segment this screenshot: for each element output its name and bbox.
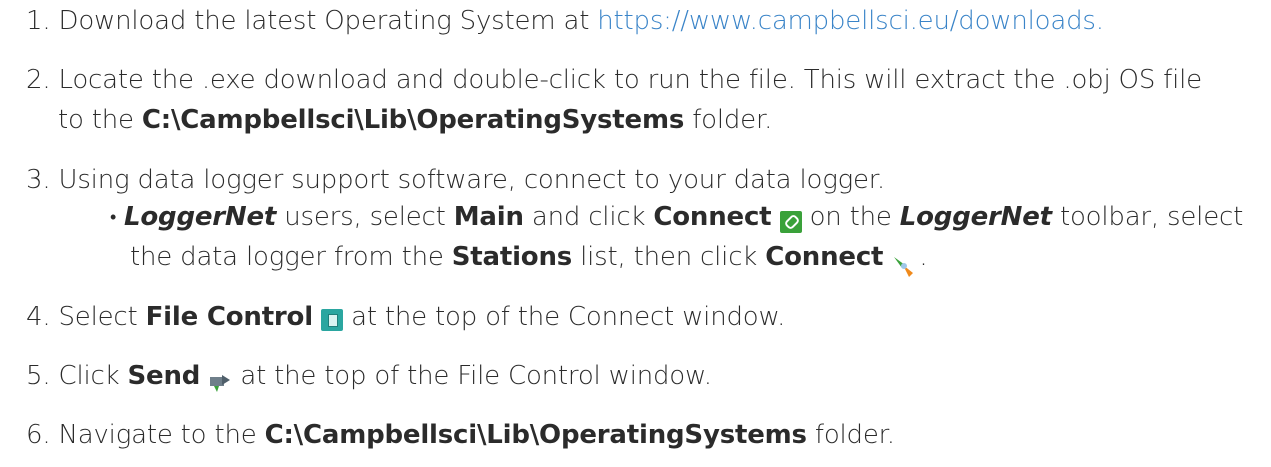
os-folder-path: C:\Campbellsci\Lib\OperatingSystems: [141, 105, 685, 135]
step-text: Download the latest Operating System at: [58, 6, 598, 36]
os-folder-path: C:\Campbellsci\Lib\OperatingSystems: [264, 420, 807, 450]
step-number: 1.: [26, 6, 51, 36]
bullet-text: the data logger from the: [130, 242, 452, 272]
step-text: Navigate to the: [58, 420, 265, 450]
file-control-icon: [321, 308, 344, 331]
bullet-text: users, select: [276, 202, 454, 232]
product-name: LoggerNet: [124, 202, 277, 232]
step-2: 2. Locate the .exe download and double-c…: [26, 63, 1202, 97]
ui-term-connect: Connect: [653, 202, 772, 232]
step-text: at the top of the File Control window.: [232, 361, 712, 391]
step-text: Locate the .exe download and double-clic…: [58, 65, 1203, 95]
step-6: 6. Navigate to the C:\Campbellsci\Lib\Op…: [26, 418, 895, 452]
ui-term-stations: Stations: [451, 242, 573, 272]
instructions-document: 1. Download the latest Operating System …: [0, 0, 1271, 467]
product-name: LoggerNet: [899, 202, 1052, 232]
step-2-continued: to the C:\Campbellsci\Lib\OperatingSyste…: [58, 103, 772, 137]
step-number: 3.: [26, 165, 51, 195]
step-number: 4.: [26, 302, 51, 332]
bullet-text: on the: [801, 202, 900, 232]
step-text: folder.: [806, 420, 895, 450]
ui-term-connect: Connect: [765, 242, 884, 272]
step-number: 5.: [26, 361, 51, 391]
step-text: folder.: [684, 105, 773, 135]
downloads-link[interactable]: https://www.campbellsci.eu/downloads.: [597, 6, 1104, 36]
step-text: at the top of the Connect window.: [343, 302, 786, 332]
step-number: 6.: [26, 420, 51, 450]
step-text: to the: [58, 105, 142, 135]
step-text: Using data logger support software, conn…: [58, 165, 886, 195]
step-1: 1. Download the latest Operating System …: [26, 4, 1104, 38]
step-4: 4. Select File Control at the top of the…: [26, 300, 785, 334]
ui-term-file-control: File Control: [145, 302, 314, 332]
step-3-bullet: • LoggerNet users, select Main and click …: [110, 200, 1243, 237]
bullet-text: and click: [523, 202, 654, 232]
connect-icon: [779, 210, 802, 233]
bullet-dot: •: [110, 207, 117, 228]
step-number: 2.: [26, 65, 51, 95]
bullet-text: .: [919, 242, 928, 272]
step-3: 3. Using data logger support software, c…: [26, 163, 885, 197]
bullet-text: list, then click: [572, 242, 766, 272]
ui-term-main: Main: [453, 202, 524, 232]
step-text: Select: [58, 302, 146, 332]
step-3-bullet-continued: the data logger from the Stations list, …: [130, 240, 928, 277]
send-icon: [208, 368, 232, 392]
bullet-text: toolbar, select: [1051, 202, 1244, 232]
connect-plug-icon: [891, 253, 919, 279]
step-text: Click: [58, 361, 128, 391]
step-5: 5. Click Send at the top of the File Con…: [26, 359, 712, 393]
ui-term-send: Send: [127, 361, 201, 391]
